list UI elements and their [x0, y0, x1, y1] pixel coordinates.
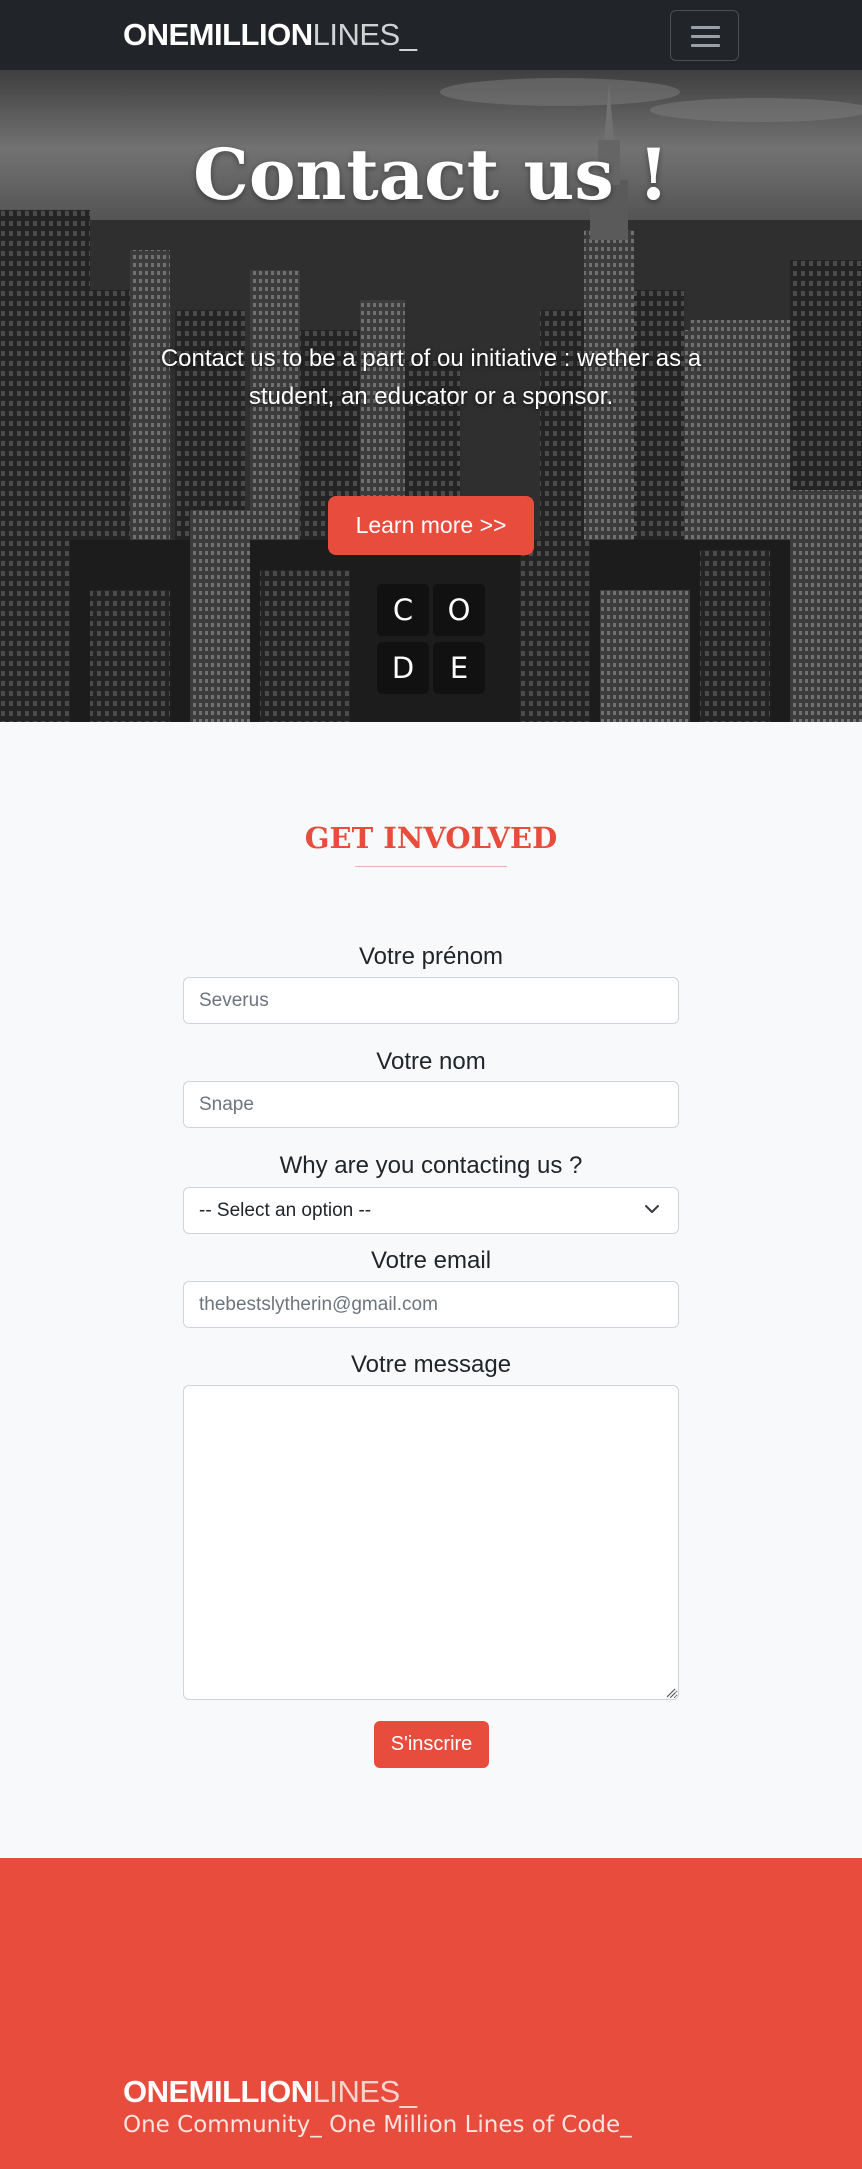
- learn-more-button[interactable]: Learn more >>: [328, 496, 534, 555]
- chevron-down-icon: [645, 1205, 659, 1213]
- reason-label: Why are you contacting us ?: [279, 1152, 583, 1179]
- footer-brand-logo: ONEMILLIONLINES_: [123, 2074, 417, 2110]
- footer-brand-light: LINES_: [312, 2074, 417, 2109]
- code-tile-d: D: [377, 642, 429, 694]
- firstname-input[interactable]: [183, 977, 679, 1024]
- footer-tagline: One Community_ One Million Lines of Code…: [123, 2112, 632, 2138]
- reason-select-value: -- Select an option --: [199, 1200, 372, 1221]
- hamburger-menu-icon-bar: [691, 44, 720, 47]
- hamburger-menu-icon: [691, 26, 720, 29]
- code-tile-c: C: [377, 584, 429, 636]
- email-input[interactable]: [183, 1281, 679, 1328]
- footer: ONEMILLIONLINES_ One Community_ One Mill…: [0, 1858, 862, 2169]
- code-tile-e: E: [433, 642, 485, 694]
- hero-title: Contact us !: [193, 133, 669, 216]
- firstname-label: Votre prénom: [358, 943, 504, 970]
- code-tile-o: O: [433, 584, 485, 636]
- message-textarea[interactable]: [183, 1385, 679, 1700]
- navbar: ONEMILLIONLINES_: [0, 0, 862, 70]
- email-label: Votre email: [370, 1247, 492, 1274]
- hero-section: Contact us ! Contact us to be a part of …: [0, 70, 862, 722]
- hamburger-menu-icon-bar: [691, 35, 720, 38]
- navbar-toggle-button[interactable]: [670, 10, 739, 61]
- hero-description: Contact us to be a part of ou initiative…: [160, 345, 702, 410]
- brand-logo-bold: ONEMILLION: [123, 17, 313, 52]
- reason-select[interactable]: -- Select an option --: [183, 1187, 679, 1234]
- subscribe-button[interactable]: S'inscrire: [374, 1721, 489, 1768]
- lastname-label: Votre nom: [376, 1048, 486, 1075]
- brand-logo[interactable]: ONEMILLIONLINES_: [123, 17, 417, 53]
- brand-logo-light: LINES_: [312, 17, 417, 52]
- resize-grip-icon[interactable]: [664, 1686, 676, 1698]
- message-label: Votre message: [350, 1351, 512, 1378]
- lastname-input[interactable]: [183, 1081, 679, 1128]
- footer-brand-bold: ONEMILLION: [123, 2074, 313, 2109]
- section-title-divider: [355, 866, 507, 867]
- section-title: GET INVOLVED: [304, 821, 558, 855]
